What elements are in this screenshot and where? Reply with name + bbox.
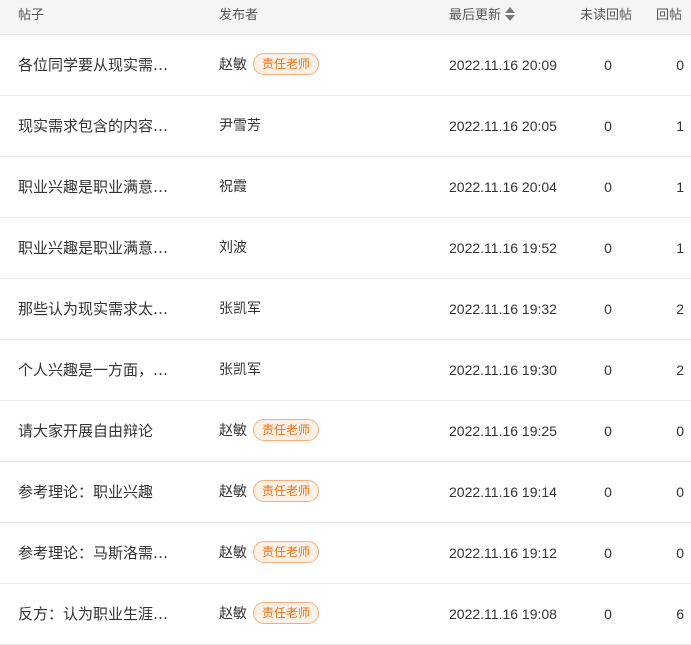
post-last-update: 2022.11.16 19:12 [449,545,557,561]
post-reply-count: 2 [676,301,684,317]
header-last-update-label: 最后更新 [449,8,502,23]
post-title-link[interactable]: 职业兴趣是职业满意… [18,157,188,217]
post-reply-count: 0 [676,57,684,73]
post-reply-count: 2 [676,362,684,378]
post-unread-count: 0 [604,118,612,134]
teacher-badge: 责任老师 [253,602,320,624]
header-last-update[interactable]: 最后更新 [449,0,516,35]
post-reply-count: 1 [676,240,684,256]
header-title: 帖子 [18,8,45,23]
author-name: 祝霞 [219,179,247,195]
table-row[interactable]: 反方：认为职业生涯… 赵敏 责任老师 2022.11.16 19:08 0 6 [0,584,691,645]
author-name: 赵敏 [219,484,247,500]
post-unread-count: 0 [604,301,612,317]
post-title-link[interactable]: 反方：认为职业生涯… [18,584,188,644]
post-author: 赵敏 责任老师 [219,401,439,461]
table-row[interactable]: 各位同学要从现实需… 赵敏 责任老师 2022.11.16 20:09 0 0 [0,35,691,96]
post-reply-count: 6 [676,606,684,622]
post-title-link[interactable]: 参考理论：职业兴趣 [18,462,188,522]
post-title-link[interactable]: 个人兴趣是一方面，… [18,340,188,400]
post-author: 尹雪芳 [219,96,439,156]
post-title-link[interactable]: 请大家开展自由辩论 [18,401,188,461]
post-unread-count: 0 [604,545,612,561]
post-author: 祝霞 [219,157,439,217]
post-unread-count: 0 [604,179,612,195]
table-row[interactable]: 那些认为现实需求太… 张凯军 2022.11.16 19:32 0 2 [0,279,691,340]
table-row[interactable]: 参考理论：马斯洛需… 赵敏 责任老师 2022.11.16 19:12 0 0 [0,523,691,584]
post-author: 刘波 [219,218,439,278]
table-row[interactable]: 职业兴趣是职业满意… 祝霞 2022.11.16 20:04 0 1 [0,157,691,218]
author-name: 张凯军 [219,301,261,317]
post-author: 赵敏 责任老师 [219,584,439,644]
post-title-link[interactable]: 现实需求包含的内容… [18,96,188,156]
post-reply-count: 0 [676,545,684,561]
header-unread: 未读回帖 [580,8,633,23]
post-unread-count: 0 [604,240,612,256]
post-reply-count: 1 [676,179,684,195]
post-last-update: 2022.11.16 20:04 [449,179,557,195]
table-row[interactable]: 请大家开展自由辩论 赵敏 责任老师 2022.11.16 19:25 0 0 [0,401,691,462]
posts-table: 帖子 发布者 最后更新 未读回帖 回帖 各位同学要从现实需… 赵敏 责任老师 2022… [0,0,691,645]
author-name: 尹雪芳 [219,118,261,134]
post-author: 张凯军 [219,340,439,400]
post-reply-count: 1 [676,118,684,134]
post-reply-count: 0 [676,423,684,439]
table-header: 帖子 发布者 最后更新 未读回帖 回帖 [0,0,691,35]
post-title-link[interactable]: 职业兴趣是职业满意… [18,218,188,278]
table-row[interactable]: 参考理论：职业兴趣 赵敏 责任老师 2022.11.16 19:14 0 0 [0,462,691,523]
table-row[interactable]: 职业兴趣是职业满意… 刘波 2022.11.16 19:52 0 1 [0,218,691,279]
post-reply-count: 0 [676,484,684,500]
post-last-update: 2022.11.16 19:08 [449,606,557,622]
post-author: 赵敏 责任老师 [219,462,439,522]
table-row[interactable]: 个人兴趣是一方面，… 张凯军 2022.11.16 19:30 0 2 [0,340,691,401]
post-last-update: 2022.11.16 19:30 [449,362,557,378]
post-last-update: 2022.11.16 20:09 [449,57,557,73]
post-author: 张凯军 [219,279,439,339]
post-title-link[interactable]: 那些认为现实需求太… [18,279,188,339]
author-name: 赵敏 [219,423,247,439]
sort-icon[interactable] [505,6,516,21]
post-title-link[interactable]: 参考理论：马斯洛需… [18,523,188,583]
header-replies: 回帖 [656,8,683,23]
post-last-update: 2022.11.16 19:52 [449,240,557,256]
author-name: 赵敏 [219,545,247,561]
header-author: 发布者 [219,8,259,23]
table-row[interactable]: 现实需求包含的内容… 尹雪芳 2022.11.16 20:05 0 1 [0,96,691,157]
table-body: 各位同学要从现实需… 赵敏 责任老师 2022.11.16 20:09 0 0 现实需求包含… [0,35,691,645]
post-author: 赵敏 责任老师 [219,35,439,95]
post-last-update: 2022.11.16 19:25 [449,423,557,439]
author-name: 张凯军 [219,362,261,378]
post-unread-count: 0 [604,484,612,500]
post-unread-count: 0 [604,362,612,378]
teacher-badge: 责任老师 [253,419,320,441]
post-title-link[interactable]: 各位同学要从现实需… [18,35,188,95]
post-unread-count: 0 [604,57,612,73]
post-unread-count: 0 [604,423,612,439]
post-last-update: 2022.11.16 19:14 [449,484,557,500]
post-last-update: 2022.11.16 19:32 [449,301,557,317]
post-last-update: 2022.11.16 20:05 [449,118,557,134]
post-author: 赵敏 责任老师 [219,523,439,583]
teacher-badge: 责任老师 [253,480,320,502]
author-name: 刘波 [219,240,247,256]
teacher-badge: 责任老师 [253,53,320,75]
post-unread-count: 0 [604,606,612,622]
author-name: 赵敏 [219,57,247,73]
author-name: 赵敏 [219,606,247,622]
teacher-badge: 责任老师 [253,541,320,563]
